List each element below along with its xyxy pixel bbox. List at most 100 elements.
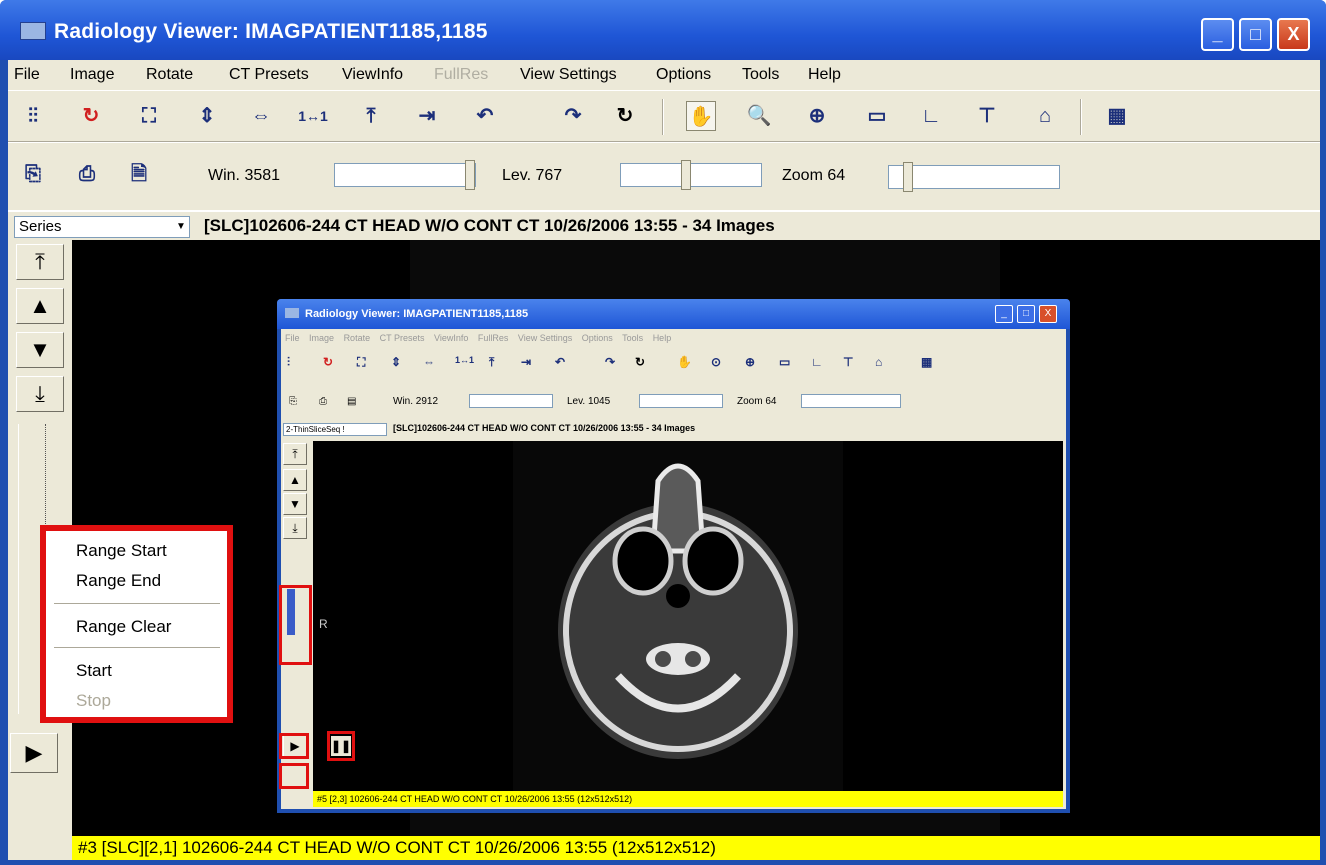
rotate-icon[interactable]: ↻ — [610, 101, 640, 131]
rotate-left-icon[interactable]: ↶ — [470, 101, 500, 131]
inner-menu-options[interactable]: Options — [582, 333, 613, 343]
window-slider-thumb[interactable] — [465, 160, 475, 190]
menu-rotate[interactable]: Rotate — [146, 66, 193, 84]
inner-menu-help[interactable]: Help — [653, 333, 672, 343]
menu-view-settings[interactable]: View Settings — [520, 66, 617, 84]
inner-roi-icon[interactable]: ⌂ — [875, 355, 882, 369]
close-button[interactable]: X — [1277, 18, 1310, 51]
menu-ct-presets[interactable]: CT Presets — [229, 66, 309, 84]
menu-file[interactable]: File — [14, 66, 40, 84]
fit-height-icon[interactable]: ⤒ — [356, 101, 386, 131]
measure-icon[interactable]: ⊤ — [972, 101, 1002, 131]
rotate-right-icon[interactable]: ↷ — [558, 101, 588, 131]
zoom-slider[interactable] — [888, 162, 1060, 192]
menu-range-start[interactable]: Range Start — [76, 541, 167, 561]
inner-last-image-button[interactable]: ⤓ — [283, 517, 307, 539]
inner-level-slider[interactable] — [639, 394, 723, 408]
inner-menu-file[interactable]: File — [285, 333, 300, 343]
inner-flip-vertical-icon[interactable]: ⇕ — [391, 355, 401, 369]
grid-icon[interactable]: ▦ — [1102, 101, 1132, 131]
inner-copy-icon[interactable]: ⎘ — [289, 396, 297, 407]
inner-series-bar: 2-ThinSliceSeq ! [SLC]102606-244 CT HEAD… — [281, 421, 1066, 437]
inner-flip-horizontal-icon[interactable]: ⇔ — [423, 355, 435, 369]
inner-document-icon[interactable]: ▤ — [347, 396, 356, 407]
inner-rotate-left-icon[interactable]: ↶ — [555, 355, 565, 369]
fit-icon[interactable]: ⛶ — [134, 101, 164, 131]
menu-start[interactable]: Start — [76, 661, 112, 681]
inner-one-to-one-icon[interactable]: 1↔1 — [455, 355, 474, 365]
play-button[interactable]: ▶ — [10, 733, 58, 773]
menu-tools[interactable]: Tools — [742, 66, 779, 84]
next-image-button[interactable]: ▼ — [16, 332, 64, 368]
chevron-down-icon[interactable]: ▼ — [173, 217, 189, 237]
inner-menu-image[interactable]: Image — [309, 333, 334, 343]
stack-icon[interactable]: ⫶⫶ — [18, 101, 48, 131]
level-slider-thumb[interactable] — [681, 160, 691, 190]
inner-rotate-right-icon[interactable]: ↷ — [605, 355, 615, 369]
pause-button[interactable]: ❚❚ — [331, 736, 351, 756]
previous-image-button[interactable]: ▲ — [16, 288, 64, 324]
inner-close-button[interactable]: X — [1039, 305, 1057, 323]
maximize-button[interactable]: □ — [1239, 18, 1272, 51]
menu-viewinfo[interactable]: ViewInfo — [342, 66, 403, 84]
inner-print-icon[interactable]: ⎙ — [319, 396, 327, 407]
menu-options[interactable]: Options — [656, 66, 711, 84]
menu-range-clear[interactable]: Range Clear — [76, 617, 171, 637]
ct-skull-image — [558, 463, 798, 759]
copy-icon[interactable]: ⎘ — [18, 159, 48, 189]
zoom-slider-thumb[interactable] — [903, 162, 913, 192]
inner-measure-icon[interactable]: ⊤ — [843, 355, 853, 369]
menu-help[interactable]: Help — [808, 66, 841, 84]
inner-menu-ct-presets[interactable]: CT Presets — [380, 333, 425, 343]
zoom-icon[interactable]: ⊕ — [802, 101, 832, 131]
inner-window-slider[interactable] — [469, 394, 553, 408]
inner-ruler-icon[interactable]: ▭ — [779, 355, 790, 369]
inner-image-viewport[interactable]: R — [313, 441, 1063, 791]
inner-angle-icon[interactable]: ∟ — [811, 355, 823, 369]
flip-vertical-icon[interactable]: ⇕ — [192, 101, 222, 131]
inner-magnify-icon[interactable]: ⊙ — [711, 355, 721, 369]
title-bar[interactable]: Radiology Viewer: IMAGPATIENT1185,1185 _… — [0, 0, 1326, 60]
inner-zoom-slider[interactable] — [801, 394, 901, 408]
last-image-button[interactable]: ⤓ — [16, 376, 64, 412]
one-to-one-icon[interactable]: 1↔1 — [298, 101, 328, 131]
inner-fit-width-icon[interactable]: ⇥ — [521, 355, 531, 369]
inner-previous-image-button[interactable]: ▲ — [283, 469, 307, 491]
inner-menu-view-settings[interactable]: View Settings — [518, 333, 572, 343]
inner-rotate-icon[interactable]: ↻ — [635, 355, 645, 369]
inner-maximize-button[interactable]: □ — [1017, 305, 1035, 323]
ruler-icon[interactable]: ▭ — [862, 101, 892, 131]
inner-grid-icon[interactable]: ▦ — [921, 355, 932, 369]
inner-zoom-icon[interactable]: ⊕ — [745, 355, 755, 369]
print-icon[interactable]: ⎙ — [72, 159, 102, 189]
inner-fit-height-icon[interactable]: ⤒ — [489, 355, 494, 370]
first-image-button[interactable]: ⤒ — [16, 244, 64, 280]
minimize-button[interactable]: _ — [1201, 18, 1234, 51]
status-bar: #3 [SLC][2,1] 102606-244 CT HEAD W/O CON… — [72, 836, 1320, 860]
inner-menu-viewinfo[interactable]: ViewInfo — [434, 333, 468, 343]
pan-hand-icon[interactable]: ✋ — [686, 101, 716, 131]
menu-range-end[interactable]: Range End — [76, 571, 161, 591]
level-slider[interactable] — [620, 160, 762, 190]
inner-pan-hand-icon[interactable]: ✋ — [677, 355, 692, 369]
inner-fit-icon[interactable]: ⛶ — [357, 355, 365, 370]
inner-stack-icon[interactable]: ⫶ — [287, 355, 290, 370]
fit-width-icon[interactable]: ⇥ — [412, 101, 442, 131]
inner-minimize-button[interactable]: _ — [995, 305, 1013, 323]
roi-icon[interactable]: ⌂ — [1030, 101, 1060, 131]
menu-image[interactable]: Image — [70, 66, 114, 84]
series-select[interactable]: Series ▼ — [14, 216, 190, 238]
inner-menu-tools[interactable]: Tools — [622, 333, 643, 343]
inner-series-select[interactable]: 2-ThinSliceSeq ! — [283, 423, 387, 436]
inner-refresh-icon[interactable]: ↻ — [323, 355, 333, 369]
inner-menu-rotate[interactable]: Rotate — [344, 333, 371, 343]
flip-horizontal-icon[interactable]: ⇔ — [246, 101, 276, 131]
inner-first-image-button[interactable]: ⤒ — [283, 443, 307, 465]
inner-next-image-button[interactable]: ▼ — [283, 493, 307, 515]
inner-title-bar[interactable]: Radiology Viewer: IMAGPATIENT1185,1185 _… — [277, 299, 1070, 329]
angle-icon[interactable]: ∟ — [916, 101, 946, 131]
refresh-icon[interactable]: ↻ — [76, 101, 106, 131]
window-slider[interactable] — [334, 160, 476, 190]
magnify-icon[interactable]: 🔍 — [744, 101, 774, 131]
document-icon[interactable]: 🗎 — [124, 159, 154, 189]
